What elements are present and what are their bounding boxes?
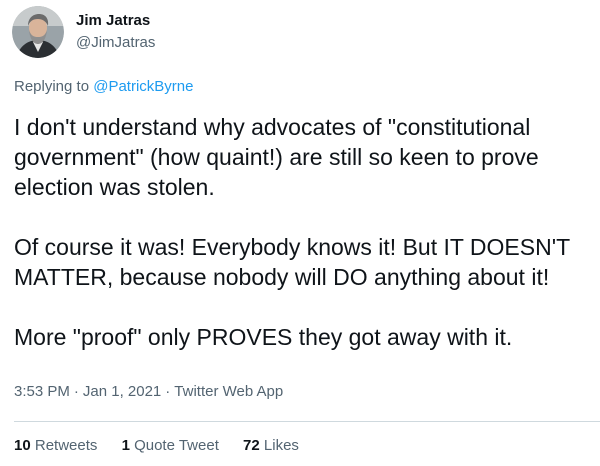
tweet-paragraph: Of course it was! Everybody knows it! Bu… <box>14 234 577 290</box>
author-name[interactable]: Jim Jatras <box>76 11 150 31</box>
replying-to: Replying to @PatrickByrne <box>14 77 193 97</box>
tweet-meta: 3:53 PM · Jan 1, 2021 · Twitter Web App <box>14 382 283 402</box>
retweets-count: 10 <box>14 437 31 454</box>
tweet-time[interactable]: 3:53 PM <box>14 383 70 400</box>
replying-to-mention-link[interactable]: @PatrickByrne <box>93 78 193 95</box>
replying-prefix: Replying to <box>14 78 90 95</box>
author-avatar[interactable] <box>12 6 64 58</box>
tweet-paragraph: More "proof" only PROVES they got away w… <box>14 324 513 350</box>
likes-count: 72 <box>243 437 260 454</box>
divider <box>14 421 600 422</box>
author-handle[interactable]: @JimJatras <box>76 33 155 53</box>
tweet-paragraph: I don't understand why advocates of "con… <box>14 114 546 200</box>
quotes-label: Quote Tweet <box>134 437 219 454</box>
retweets-label: Retweets <box>34 437 98 454</box>
likes-stat[interactable]: 72 Likes <box>243 436 299 456</box>
tweet: Jim Jatras @JimJatras Replying to @Patri… <box>0 0 600 466</box>
tweet-stats: 10 Retweets 1 Quote Tweet 72 Likes <box>14 436 319 456</box>
retweets-stat[interactable]: 10 Retweets <box>14 436 97 456</box>
quote-tweets-stat[interactable]: 1 Quote Tweet <box>122 436 219 456</box>
meta-separator: · <box>165 383 171 400</box>
meta-separator: · <box>73 383 79 400</box>
tweet-date[interactable]: Jan 1, 2021 <box>83 383 161 400</box>
likes-label: Likes <box>263 437 299 454</box>
tweet-source[interactable]: Twitter Web App <box>174 383 283 400</box>
quotes-count: 1 <box>121 437 130 454</box>
tweet-text: I don't understand why advocates of "con… <box>14 112 594 352</box>
